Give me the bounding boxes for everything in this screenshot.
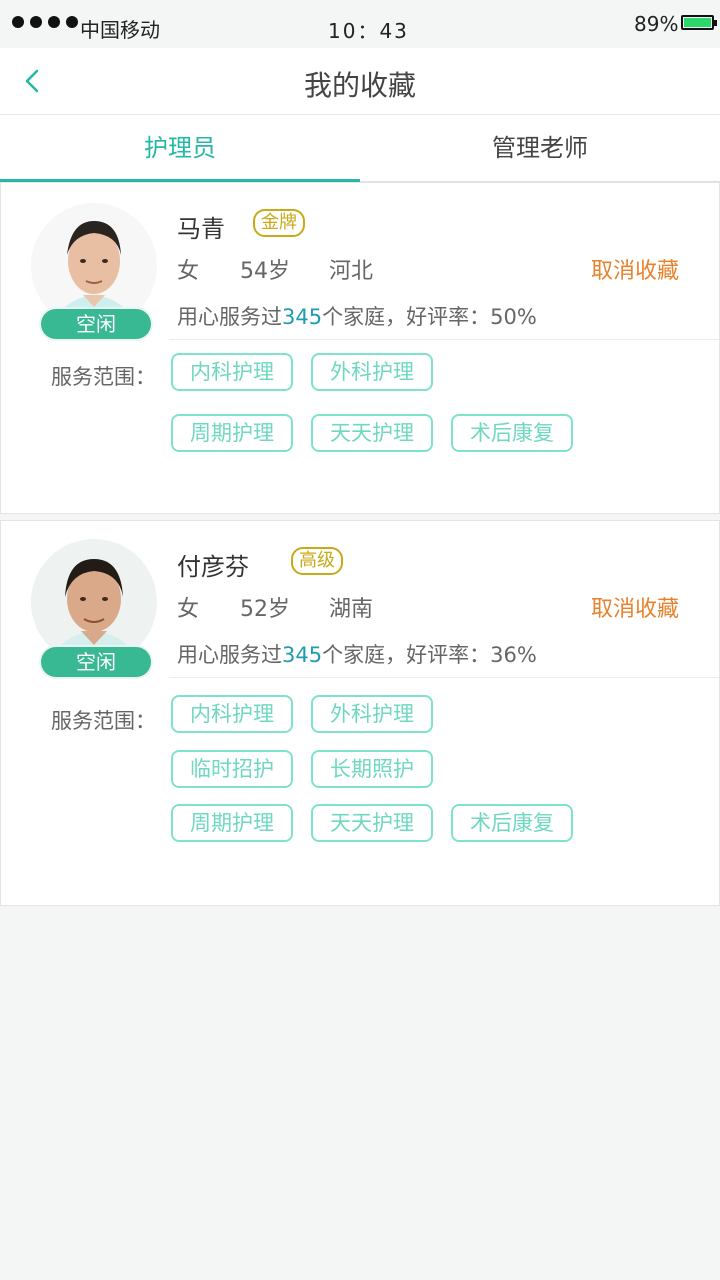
status-bar: 中国移动 10：43 89% xyxy=(0,0,720,48)
family-count: 345 xyxy=(282,305,323,329)
clock: 10：43 xyxy=(328,19,409,43)
service-tag[interactable]: 周期护理 xyxy=(171,804,293,842)
caregiver-info: 女 52岁 湖南 xyxy=(177,591,403,623)
service-stat: 用心服务过345个家庭，好评率：50% xyxy=(177,301,537,331)
stat-suffix: 个家庭，好评率：50% xyxy=(322,305,537,329)
caregiver-name: 马青 xyxy=(177,215,225,243)
battery-icon xyxy=(681,15,717,30)
family-count: 345 xyxy=(282,643,323,667)
service-tag[interactable]: 术后康复 xyxy=(451,414,573,452)
nav-bar: 我的收藏 xyxy=(0,48,720,115)
service-tag[interactable]: 天天护理 xyxy=(311,804,433,842)
tab-bar: 护理员 管理老师 xyxy=(0,115,720,182)
tab-caregivers[interactable]: 护理员 xyxy=(0,115,360,182)
gender: 女 xyxy=(177,597,200,622)
status-badge: 空闲 xyxy=(41,647,151,677)
caregiver-card[interactable]: 空闲 付彦芬 高级 女 52岁 湖南 取消收藏 用心服务过345个家庭，好评率：… xyxy=(0,520,720,906)
service-tag[interactable]: 内科护理 xyxy=(171,695,293,733)
caregiver-name: 付彦芬 xyxy=(177,553,249,581)
caregiver-info: 女 54岁 河北 xyxy=(177,253,403,285)
service-tag[interactable]: 内科护理 xyxy=(171,353,293,391)
region: 湖南 xyxy=(329,597,374,622)
service-scope-label: 服务范围： xyxy=(51,709,156,733)
divider xyxy=(169,677,719,678)
tab-teachers[interactable]: 管理老师 xyxy=(360,115,720,181)
service-stat: 用心服务过345个家庭，好评率：36% xyxy=(177,639,537,669)
divider xyxy=(169,339,719,340)
signal-icon xyxy=(12,16,78,28)
level-badge: 高级 xyxy=(291,547,343,575)
service-tag[interactable]: 术后康复 xyxy=(451,804,573,842)
service-scope-label: 服务范围： xyxy=(51,365,156,389)
stat-suffix: 个家庭，好评率：36% xyxy=(322,643,537,667)
service-tag[interactable]: 外科护理 xyxy=(311,695,433,733)
cancel-favorite-button[interactable]: 取消收藏 xyxy=(591,591,679,623)
battery-percent: 89% xyxy=(634,12,679,36)
age: 52岁 xyxy=(240,597,291,622)
caregiver-card[interactable]: 空闲 马青 金牌 女 54岁 河北 取消收藏 用心服务过345个家庭，好评率：5… xyxy=(0,182,720,514)
gender: 女 xyxy=(177,259,200,284)
age: 54岁 xyxy=(240,259,291,284)
service-tag[interactable]: 长期照护 xyxy=(311,750,433,788)
service-tag[interactable]: 天天护理 xyxy=(311,414,433,452)
carrier-label: 中国移动 xyxy=(80,18,160,42)
service-tag[interactable]: 周期护理 xyxy=(171,414,293,452)
stat-prefix: 用心服务过 xyxy=(177,643,282,667)
cancel-favorite-button[interactable]: 取消收藏 xyxy=(591,253,679,285)
region: 河北 xyxy=(329,259,374,284)
service-tag[interactable]: 外科护理 xyxy=(311,353,433,391)
service-tag[interactable]: 临时招护 xyxy=(171,750,293,788)
level-badge: 金牌 xyxy=(253,209,305,237)
status-badge: 空闲 xyxy=(41,309,151,339)
stat-prefix: 用心服务过 xyxy=(177,305,282,329)
page-title: 我的收藏 xyxy=(303,69,416,102)
